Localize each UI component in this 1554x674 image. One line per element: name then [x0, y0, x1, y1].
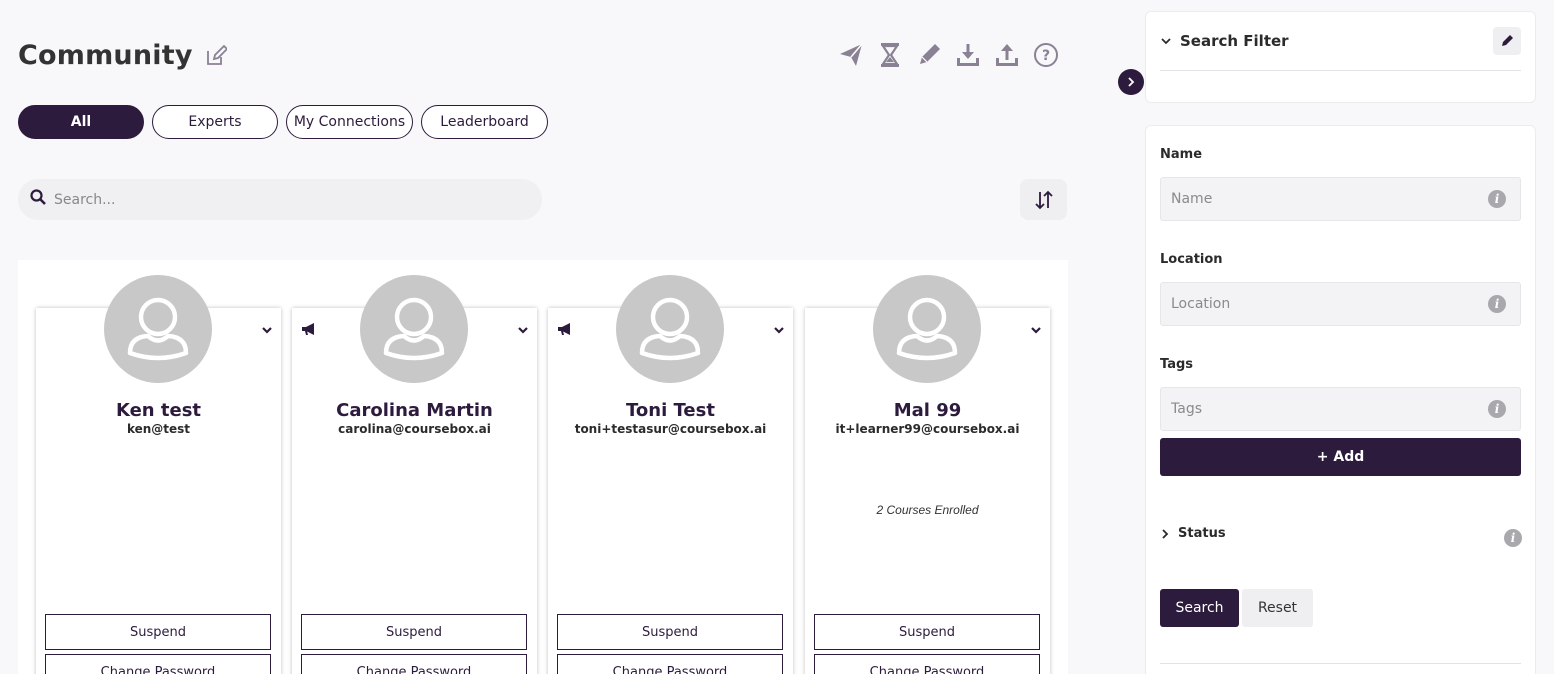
- location-label: Location: [1160, 252, 1223, 267]
- edit-filter-button[interactable]: [1493, 27, 1521, 55]
- change-password-button[interactable]: Change Password: [45, 654, 271, 674]
- member-card: Ken test ken@test Suspend Change Passwor…: [36, 275, 281, 674]
- member-name: Ken test: [115, 400, 202, 421]
- member-name: Carolina Martin: [336, 400, 493, 421]
- chevron-down-icon[interactable]: [517, 322, 529, 334]
- location-input[interactable]: [1171, 296, 1481, 312]
- suspend-button[interactable]: Suspend: [45, 614, 271, 650]
- member-name: Mal 99: [893, 400, 962, 421]
- edit-title-icon[interactable]: [205, 44, 228, 67]
- member-email: toni+testasur@coursebox.ai: [574, 422, 767, 436]
- search-input[interactable]: [54, 191, 494, 208]
- status-toggle[interactable]: Status: [1160, 526, 1226, 541]
- main-content: Community ? All Experts My Connections L…: [0, 0, 1100, 674]
- name-label: Name: [1160, 147, 1203, 162]
- member-card: Carolina Martin carolina@coursebox.ai Su…: [292, 275, 537, 674]
- search-bar: [18, 179, 542, 220]
- info-icon[interactable]: i: [1488, 295, 1506, 313]
- tags-field-wrap: i: [1160, 387, 1521, 431]
- name-field-wrap: i: [1160, 177, 1521, 221]
- avatar: [360, 275, 468, 383]
- avatar: [873, 275, 981, 383]
- tab-leaderboard[interactable]: Leaderboard: [421, 105, 548, 139]
- help-icon[interactable]: ?: [1031, 40, 1060, 70]
- avatar: [104, 275, 212, 383]
- add-tag-button[interactable]: + Add: [1160, 438, 1521, 476]
- filter-tabs: All Experts My Connections Leaderboard: [18, 105, 548, 139]
- svg-text:?: ?: [1041, 48, 1049, 64]
- upload-icon[interactable]: [992, 40, 1021, 70]
- suspend-button[interactable]: Suspend: [814, 614, 1040, 650]
- pencil-icon: [1502, 35, 1513, 46]
- member-name: Toni Test: [626, 400, 715, 421]
- download-icon[interactable]: [953, 40, 982, 70]
- suspend-button[interactable]: Suspend: [301, 614, 527, 650]
- info-icon[interactable]: i: [1488, 190, 1506, 208]
- chevron-down-icon: [1161, 38, 1171, 45]
- location-field-wrap: i: [1160, 282, 1521, 326]
- chevron-down-icon[interactable]: [1030, 322, 1042, 334]
- filter-header: Search Filter: [1145, 11, 1536, 103]
- member-email: it+learner99@coursebox.ai: [835, 422, 1020, 436]
- filter-form: Name i Location i Tags i + Add Status i …: [1145, 125, 1536, 674]
- tab-all[interactable]: All: [18, 105, 144, 139]
- member-email: carolina@coursebox.ai: [338, 422, 491, 436]
- toolbar: ?: [836, 40, 1060, 70]
- courses-enrolled-text: 2 Courses Enrolled: [876, 503, 979, 517]
- tags-label: Tags: [1160, 357, 1194, 372]
- reset-button[interactable]: Reset: [1242, 589, 1313, 627]
- hourglass-icon[interactable]: [875, 40, 904, 70]
- filter-title-toggle[interactable]: Search Filter: [1160, 32, 1289, 50]
- chevron-down-icon[interactable]: [261, 322, 273, 334]
- chevron-right-icon: [1128, 77, 1135, 87]
- search-button[interactable]: Search: [1160, 589, 1239, 627]
- pencil-icon[interactable]: [914, 40, 943, 70]
- suspend-button[interactable]: Suspend: [557, 614, 783, 650]
- chevron-right-icon: [1162, 528, 1169, 539]
- sort-button[interactable]: [1020, 179, 1067, 220]
- change-password-button[interactable]: Change Password: [301, 654, 527, 674]
- chevron-down-icon[interactable]: [773, 322, 785, 334]
- divider: [1160, 663, 1521, 664]
- page-header: Community: [18, 40, 228, 71]
- member-card: Mal 99 it+learner99@coursebox.ai 2 Cours…: [805, 275, 1050, 674]
- filter-panel: Search Filter Name i Location i Tags i +…: [1131, 0, 1554, 674]
- info-icon[interactable]: i: [1488, 400, 1506, 418]
- tab-experts[interactable]: Experts: [152, 105, 278, 139]
- search-icon: [30, 189, 46, 210]
- filter-title: Search Filter: [1180, 32, 1289, 50]
- tab-my-connections[interactable]: My Connections: [286, 105, 413, 139]
- tags-input[interactable]: [1171, 401, 1481, 417]
- change-password-button[interactable]: Change Password: [557, 654, 783, 674]
- member-email: ken@test: [126, 422, 191, 436]
- page-title: Community: [18, 40, 193, 71]
- avatar: [616, 275, 724, 383]
- megaphone-icon[interactable]: [301, 322, 317, 336]
- status-label: Status: [1178, 526, 1226, 541]
- member-grid: Ken test ken@test Suspend Change Passwor…: [18, 260, 1068, 674]
- megaphone-icon[interactable]: [557, 322, 573, 336]
- send-icon[interactable]: [836, 40, 865, 70]
- info-icon[interactable]: i: [1504, 529, 1522, 547]
- collapse-filter-button[interactable]: [1118, 69, 1144, 95]
- sort-icon: [1034, 190, 1053, 209]
- change-password-button[interactable]: Change Password: [814, 654, 1040, 674]
- name-input[interactable]: [1171, 191, 1481, 207]
- divider: [1160, 70, 1521, 71]
- member-card: Toni Test toni+testasur@coursebox.ai Sus…: [548, 275, 793, 674]
